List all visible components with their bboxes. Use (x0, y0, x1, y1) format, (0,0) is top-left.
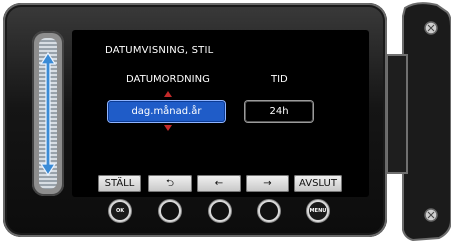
ok-label: OK (115, 208, 125, 214)
scroll-down-indicator-icon (164, 125, 172, 131)
time-format-selector[interactable]: 24h (245, 101, 313, 122)
hardware-button-2[interactable] (161, 202, 179, 220)
hardware-button-4[interactable] (260, 202, 278, 220)
set-softkey[interactable]: STÄLL (98, 175, 141, 192)
hinge-illustration (387, 2, 451, 242)
time-column-label: TID (271, 74, 288, 85)
ok-button[interactable]: OK (111, 202, 129, 220)
back-arrow-icon: ⮌ (165, 178, 174, 189)
camera-lcd-panel: DATUMVISNING, STIL DATUMORDNING TID dag.… (0, 0, 451, 245)
menu-title: DATUMVISNING, STIL (105, 45, 214, 56)
date-order-selector[interactable]: dag.månad.år (108, 101, 225, 122)
exit-softkey[interactable]: AVSLUT (294, 175, 342, 192)
left-softkey[interactable]: ← (197, 175, 241, 192)
menu-button[interactable]: MENU (309, 202, 327, 220)
right-softkey[interactable]: → (246, 175, 289, 192)
left-arrow-icon: ← (214, 178, 224, 189)
up-down-arrow-icon (40, 51, 56, 177)
back-softkey[interactable]: ⮌ (148, 175, 192, 192)
right-arrow-icon: → (263, 178, 272, 189)
date-order-column-label: DATUMORDNING (126, 74, 210, 85)
scroll-up-indicator-icon (164, 91, 172, 97)
touch-slider[interactable] (32, 31, 64, 196)
menu-label: MENU (309, 208, 327, 214)
hardware-button-3[interactable] (211, 202, 229, 220)
